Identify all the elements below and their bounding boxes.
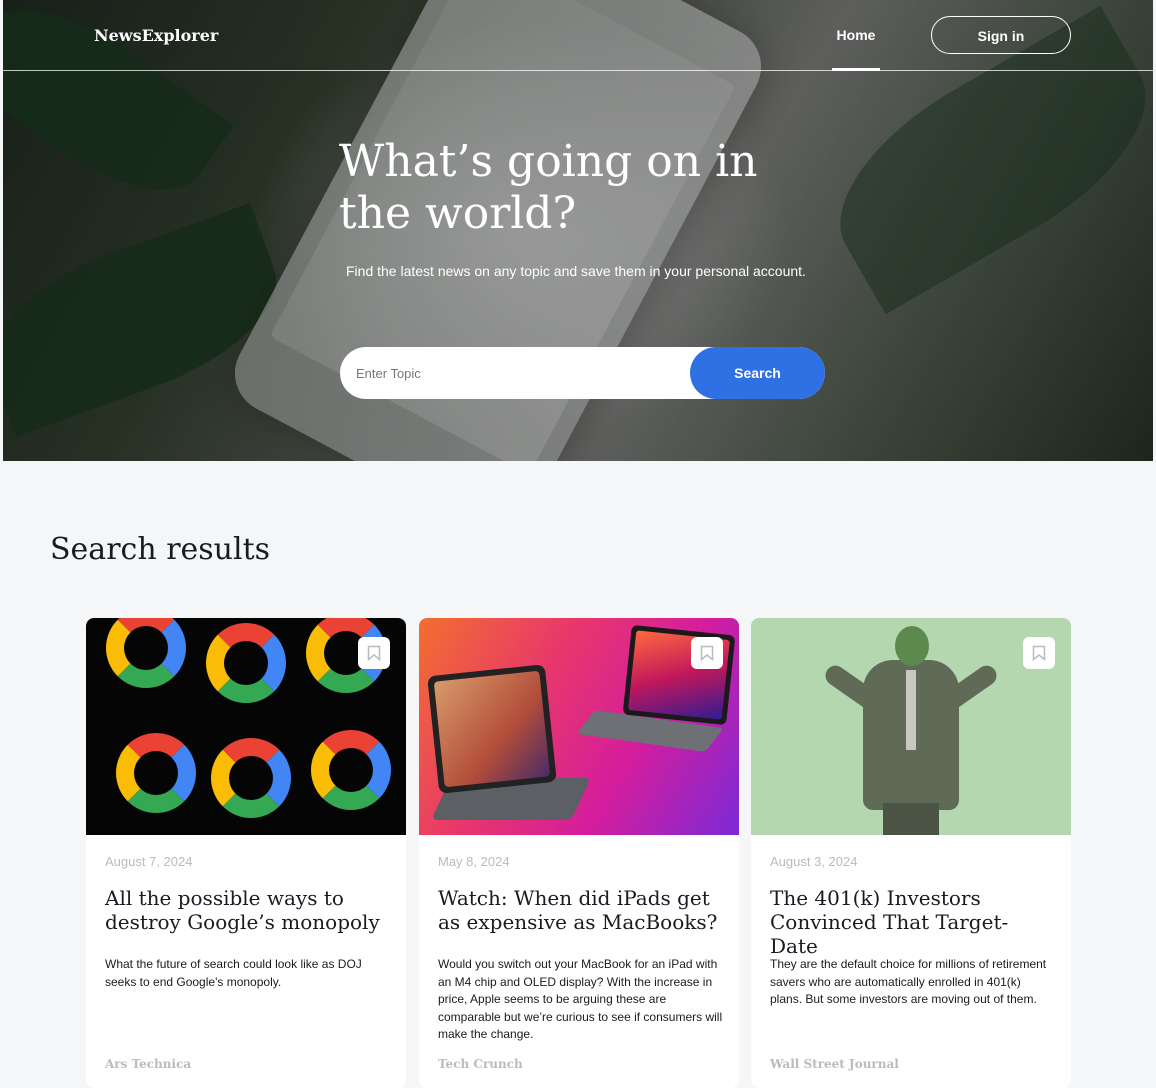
search-results-title: Search results [50,532,271,567]
news-card[interactable]: August 7, 2024 All the possible ways to … [86,618,406,1088]
card-title[interactable]: The 401(k) Investors Convinced That Targ… [770,886,1055,958]
bookmark-button[interactable] [1023,637,1055,669]
news-card[interactable]: August 3, 2024 The 401(k) Investors Conv… [751,618,1071,1088]
sign-in-button[interactable]: Sign in [931,16,1071,54]
bookmark-button[interactable] [691,637,723,669]
search-button[interactable]: Search [690,347,825,399]
search-form: Search [340,347,825,399]
hero-title: What’s going on in the world? [339,136,758,239]
card-date: August 3, 2024 [770,854,858,869]
card-title[interactable]: All the possible ways to destroy Google’… [105,886,390,934]
site-header: NewsExplorer Home Sign in [3,0,1153,71]
bookmark-icon [367,645,381,661]
card-text: What the future of search could look lik… [105,957,362,989]
card-text: They are the default choice for millions… [770,957,1047,1006]
search-input[interactable] [340,347,680,399]
card-source: Tech Crunch [438,1057,523,1071]
bookmark-icon [1032,645,1046,661]
card-date: August 7, 2024 [105,854,193,869]
hero-subtitle: Find the latest news on any topic and sa… [346,263,806,279]
nav-home-link[interactable]: Home [832,0,880,71]
bookmark-icon [700,645,714,661]
bookmark-button[interactable] [358,637,390,669]
logo[interactable]: NewsExplorer [94,26,218,45]
news-card[interactable]: May 8, 2024 Watch: When did iPads get as… [419,618,739,1088]
card-text: Would you switch out your MacBook for an… [438,957,723,1041]
card-source: Wall Street Journal [770,1057,899,1071]
card-date: May 8, 2024 [438,854,510,869]
card-title[interactable]: Watch: When did iPads get as expensive a… [438,886,723,934]
card-source: Ars Technica [105,1057,192,1071]
